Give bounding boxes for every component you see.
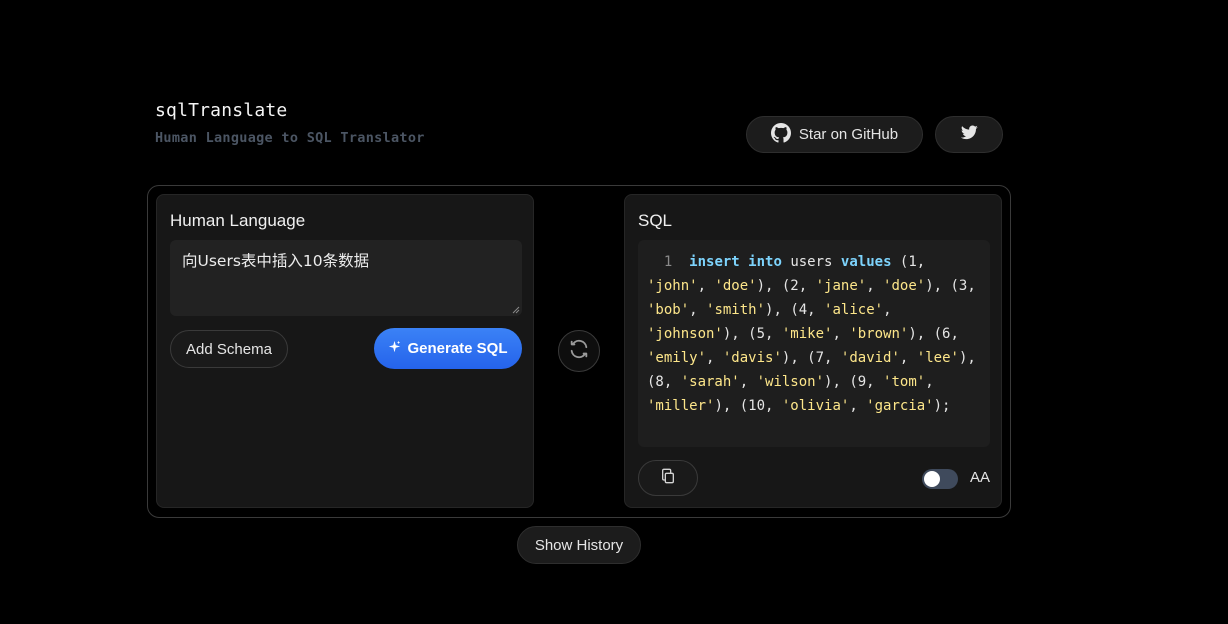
app-header: sqlTranslate Human Language to SQL Trans…	[155, 100, 425, 146]
generate-sql-button[interactable]: Generate SQL	[374, 328, 522, 369]
github-label: Star on GitHub	[798, 126, 899, 143]
copy-button[interactable]	[638, 460, 698, 496]
human-language-input-value: 向Users表中插入10条数据	[182, 252, 370, 270]
swap-button[interactable]	[558, 330, 600, 372]
toggle-knob	[924, 471, 940, 487]
human-language-title: Human Language	[170, 211, 306, 230]
line-number	[647, 254, 664, 270]
case-label: AA	[970, 469, 991, 486]
top-actions: Star on GitHub	[746, 116, 1003, 153]
sparkles-icon	[388, 340, 401, 357]
app-title: sqlTranslate	[155, 100, 288, 121]
star-on-github-button[interactable]: Star on GitHub	[746, 116, 923, 153]
sql-output: 1 insert into users values (1, 'john', '…	[638, 240, 990, 447]
sql-panel: SQL 1 insert into users values (1, 'john…	[624, 194, 1002, 508]
add-schema-button[interactable]: Add Schema	[170, 330, 288, 368]
show-history-button[interactable]: Show History	[517, 526, 641, 564]
resize-grip-icon[interactable]	[512, 306, 520, 314]
swap-icon	[568, 338, 590, 365]
app-subtitle: Human Language to SQL Translator	[155, 130, 425, 146]
sql-code: insert into users values (1, 'john', 'do…	[647, 254, 985, 414]
human-language-input[interactable]: 向Users表中插入10条数据	[170, 240, 522, 316]
copy-icon	[660, 468, 676, 489]
generate-sql-label: Generate SQL	[407, 340, 508, 357]
sql-title: SQL	[638, 211, 673, 230]
github-icon	[770, 122, 791, 147]
format-toggle[interactable]	[922, 469, 958, 489]
human-language-panel: Human Language 向Users表中插入10条数据 Add Schem…	[156, 194, 534, 508]
twitter-icon	[960, 125, 978, 144]
twitter-button[interactable]	[935, 116, 1003, 153]
